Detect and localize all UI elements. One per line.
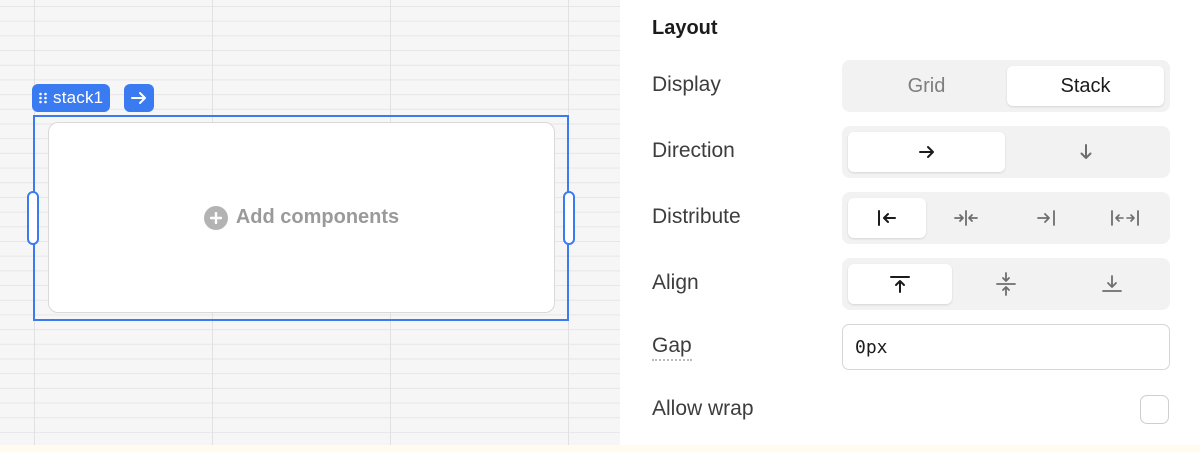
display-label: Display xyxy=(652,73,721,96)
align-center-icon xyxy=(996,272,1016,296)
allow-wrap-label: Allow wrap xyxy=(652,397,754,420)
direction-tag-button[interactable] xyxy=(124,84,154,112)
align-option-bottom[interactable] xyxy=(1060,264,1164,304)
allow-wrap-checkbox[interactable] xyxy=(1140,395,1169,424)
align-option-center[interactable] xyxy=(954,264,1058,304)
align-label: Align xyxy=(652,271,699,294)
arrow-right-icon xyxy=(131,92,146,104)
section-title: Layout xyxy=(652,17,718,39)
distribute-center-icon xyxy=(954,210,979,226)
align-top-icon xyxy=(890,276,910,293)
align-segmented-control xyxy=(842,258,1170,310)
component-tag[interactable]: stack1 xyxy=(32,84,111,112)
add-components-label: Add components xyxy=(235,206,400,228)
align-option-top[interactable] xyxy=(848,264,952,304)
distribute-space-between-icon xyxy=(1111,210,1140,226)
canvas[interactable]: stack1 Add components xyxy=(0,0,620,445)
distribute-option-center[interactable] xyxy=(928,198,1006,238)
resize-handle-left[interactable] xyxy=(27,191,39,245)
distribute-option-start[interactable] xyxy=(848,198,926,238)
plus-circle-icon xyxy=(203,205,228,230)
inspector-panel: Layout Display Grid Stack Direction Dist… xyxy=(620,0,1200,445)
drag-handle-icon[interactable] xyxy=(38,92,48,104)
direction-label: Direction xyxy=(652,139,735,162)
resize-handle-right[interactable] xyxy=(563,191,575,245)
display-option-stack[interactable]: Stack xyxy=(1007,66,1164,106)
distribute-label: Distribute xyxy=(652,205,741,228)
distribute-end-icon xyxy=(1036,210,1055,226)
vertical-arrow-icon xyxy=(1080,144,1091,159)
horizontal-arrow-icon xyxy=(918,146,934,158)
align-bottom-icon xyxy=(1102,275,1122,292)
distribute-option-space-between[interactable] xyxy=(1087,198,1165,238)
distribute-start-icon xyxy=(877,210,896,226)
gap-input[interactable] xyxy=(842,324,1170,370)
display-segmented-control: Grid Stack xyxy=(842,60,1170,112)
gap-label: Gap xyxy=(652,334,692,361)
component-name: stack1 xyxy=(53,88,104,107)
distribute-option-end[interactable] xyxy=(1007,198,1085,238)
add-components-button[interactable]: Add components xyxy=(203,205,400,230)
stack-dropzone[interactable]: Add components xyxy=(48,122,555,313)
direction-segmented-control xyxy=(842,126,1170,178)
distribute-segmented-control xyxy=(842,192,1170,244)
stack-container[interactable]: Add components xyxy=(27,115,575,321)
direction-option-vertical[interactable] xyxy=(1007,132,1164,172)
direction-option-horizontal[interactable] xyxy=(848,132,1005,172)
display-option-grid[interactable]: Grid xyxy=(848,66,1005,106)
